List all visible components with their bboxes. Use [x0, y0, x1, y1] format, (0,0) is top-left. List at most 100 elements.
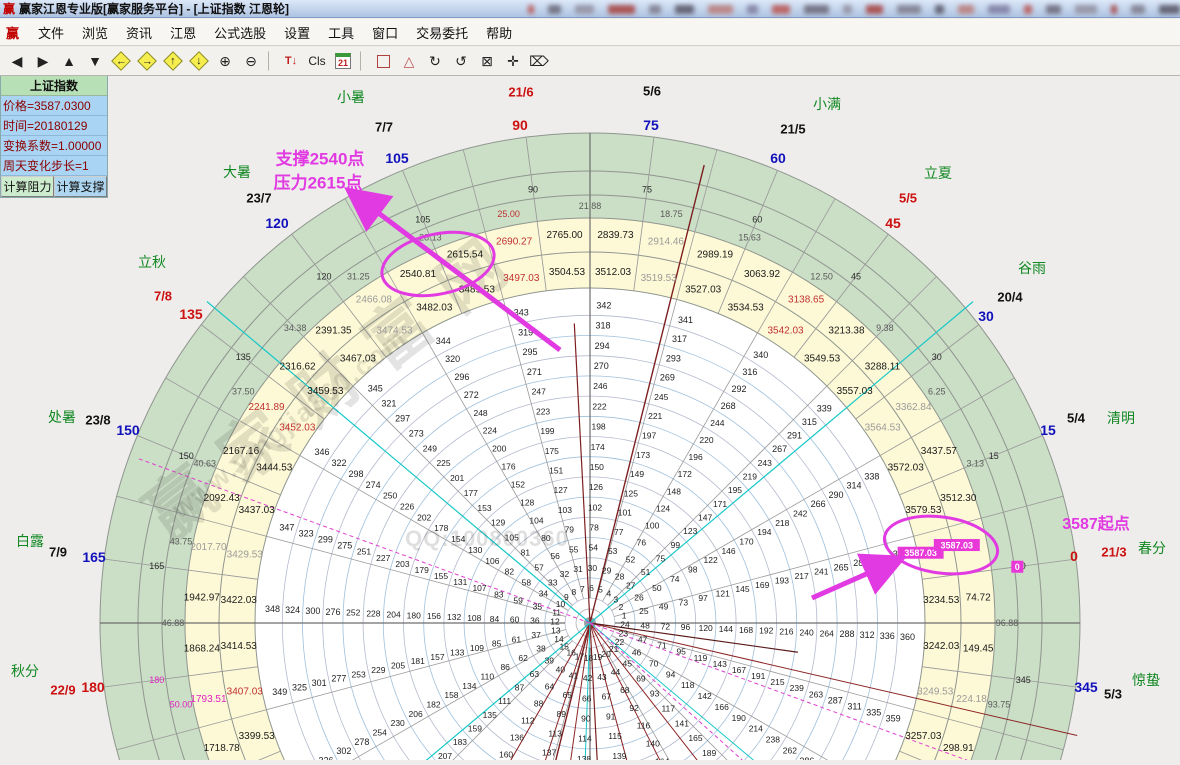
- wheel-label: 64: [545, 682, 555, 692]
- wheel-label: 9.38: [876, 323, 894, 333]
- pan-up-icon[interactable]: ↑: [161, 49, 185, 73]
- wheel-label: 264: [820, 628, 834, 638]
- zoom-in-icon[interactable]: ⊕: [213, 49, 237, 73]
- calendar-21-icon[interactable]: 21: [331, 49, 355, 73]
- sort-updown-icon[interactable]: T↓: [279, 49, 303, 73]
- wheel-label: 181: [411, 656, 425, 666]
- gann-wheel-chart-area[interactable]: 赢家财富网www.yingjia360.comQQ:10080036012345…: [0, 0, 1180, 760]
- box-x-icon[interactable]: ⊠: [475, 49, 499, 73]
- wheel-label: 202: [417, 512, 431, 522]
- wheel-label: 3288.11: [865, 362, 901, 373]
- wheel-label: 3557.03: [837, 386, 874, 397]
- wheel-label: 135: [483, 710, 497, 720]
- zoom-out-icon[interactable]: ⊖: [239, 49, 263, 73]
- solar-term-label: 大暑: [223, 162, 251, 182]
- wheel-label: 74: [670, 574, 680, 584]
- price-value: 价格=3587.0300: [1, 96, 107, 116]
- wheel-label: 149: [630, 469, 644, 479]
- wheel-label: 247: [532, 387, 546, 397]
- wheel-label: 3497.03: [503, 273, 540, 284]
- wheel-label: 76: [637, 537, 647, 547]
- wheel-label: 63: [530, 669, 540, 679]
- menu-item-2[interactable]: 资讯: [117, 20, 161, 45]
- wheel-label: 302: [336, 746, 351, 756]
- cls-button[interactable]: Cls: [305, 49, 329, 73]
- wheel-label: 270: [594, 361, 609, 371]
- wheel-label: 32: [560, 569, 570, 579]
- wheel-label: 145: [735, 584, 749, 594]
- wheel-label: 153: [477, 503, 491, 513]
- wheel-label: 67: [602, 692, 612, 702]
- scale-down-icon[interactable]: ▼: [83, 49, 107, 73]
- wheel-label: 216: [779, 627, 793, 637]
- wheel-label: 92: [629, 703, 639, 713]
- menu-item-6[interactable]: 工具: [319, 20, 363, 45]
- menu-item-4[interactable]: 公式选股: [205, 20, 275, 45]
- wheel-label: 84: [490, 614, 500, 624]
- wheel-label: 3437.03: [239, 505, 276, 516]
- rotate-ccw-icon[interactable]: ↺: [449, 49, 473, 73]
- wheel-label: 33: [548, 577, 558, 587]
- wheel-label: 3527.03: [685, 285, 722, 296]
- wheel-label: 150: [179, 451, 194, 461]
- calc-resistance-button[interactable]: 计算阻力: [1, 176, 54, 197]
- wheel-label: 108: [467, 613, 481, 623]
- wheel-label: 3549.53: [804, 353, 841, 364]
- wheel-label: 50: [652, 583, 662, 593]
- center-cross-icon[interactable]: ✛: [501, 49, 525, 73]
- wheel-label: 183: [453, 737, 467, 747]
- menu-item-7[interactable]: 窗口: [363, 20, 407, 45]
- wheel-label: 2690.27: [496, 236, 533, 247]
- wheel-label: 3534.53: [728, 302, 765, 313]
- wheel-label: 4: [606, 588, 611, 598]
- menu-item-0[interactable]: 文件: [29, 20, 73, 45]
- wheel-label: 3249.53: [917, 687, 954, 698]
- wheel-label: 101: [618, 508, 632, 518]
- wheel-label: 72: [661, 621, 671, 631]
- wheel-label: 125: [624, 488, 638, 498]
- delete-tool-icon[interactable]: ⌦: [527, 49, 551, 73]
- wheel-label: 48: [640, 620, 650, 630]
- wheel-label: 79: [565, 525, 575, 535]
- menu-item-1[interactable]: 浏览: [73, 20, 117, 45]
- wheel-label: 21.88: [579, 201, 602, 211]
- toolbar: ◀▶▲▼←→↑↓⊕⊖ T↓Cls21 △↻↺⊠✛⌦: [0, 47, 1180, 76]
- solar-term-label: 小暑: [337, 87, 365, 107]
- wheel-label: 129: [491, 518, 505, 528]
- wheel-label: 3504.53: [549, 267, 586, 278]
- wheel-label: 100: [645, 520, 659, 530]
- calc-support-button[interactable]: 计算支撑: [54, 176, 107, 197]
- rotate-cw-icon[interactable]: ↻: [423, 49, 447, 73]
- menu-item-8[interactable]: 交易委托: [407, 20, 477, 45]
- wheel-label: 133: [450, 647, 464, 657]
- wheel-label: 148: [667, 486, 681, 496]
- wheel-label: 248: [473, 408, 487, 418]
- wheel-label: 2914.46: [648, 236, 685, 247]
- wheel-label: 168: [739, 625, 753, 635]
- solar-term-label: 处暑: [48, 407, 76, 427]
- wheel-label: 225: [436, 458, 450, 468]
- scale-up-icon[interactable]: ▲: [57, 49, 81, 73]
- page-next-icon[interactable]: ▶: [31, 49, 55, 73]
- wheel-label: 200: [492, 444, 506, 454]
- wheel-label: 66: [582, 693, 592, 703]
- wheel-label: 238: [766, 734, 780, 744]
- time-value: 时间=20180129: [1, 116, 107, 136]
- pan-left-icon[interactable]: ←: [109, 49, 133, 73]
- page-prev-icon[interactable]: ◀: [5, 49, 29, 73]
- menu-item-5[interactable]: 设置: [275, 20, 319, 45]
- wheel-label: 8: [571, 587, 576, 597]
- wheel-label: 40: [556, 665, 566, 675]
- wheel-label: 40.63: [193, 458, 216, 468]
- pan-right-icon[interactable]: →: [135, 49, 159, 73]
- wheel-label: 201: [450, 473, 464, 483]
- wheel-label: 342: [596, 301, 611, 311]
- gann-wheel-canvas[interactable]: 赢家财富网www.yingjia360.comQQ:10080036012345…: [0, 0, 1180, 760]
- wheel-label: 203: [395, 559, 409, 569]
- menu-item-3[interactable]: 江恩: [161, 20, 205, 45]
- rect-tool-icon[interactable]: [371, 49, 395, 73]
- pan-down-icon[interactable]: ↓: [187, 49, 211, 73]
- menu-item-9[interactable]: 帮助: [477, 20, 521, 45]
- triangle-tool-icon[interactable]: △: [397, 49, 421, 73]
- date-label: 7/9: [49, 545, 67, 560]
